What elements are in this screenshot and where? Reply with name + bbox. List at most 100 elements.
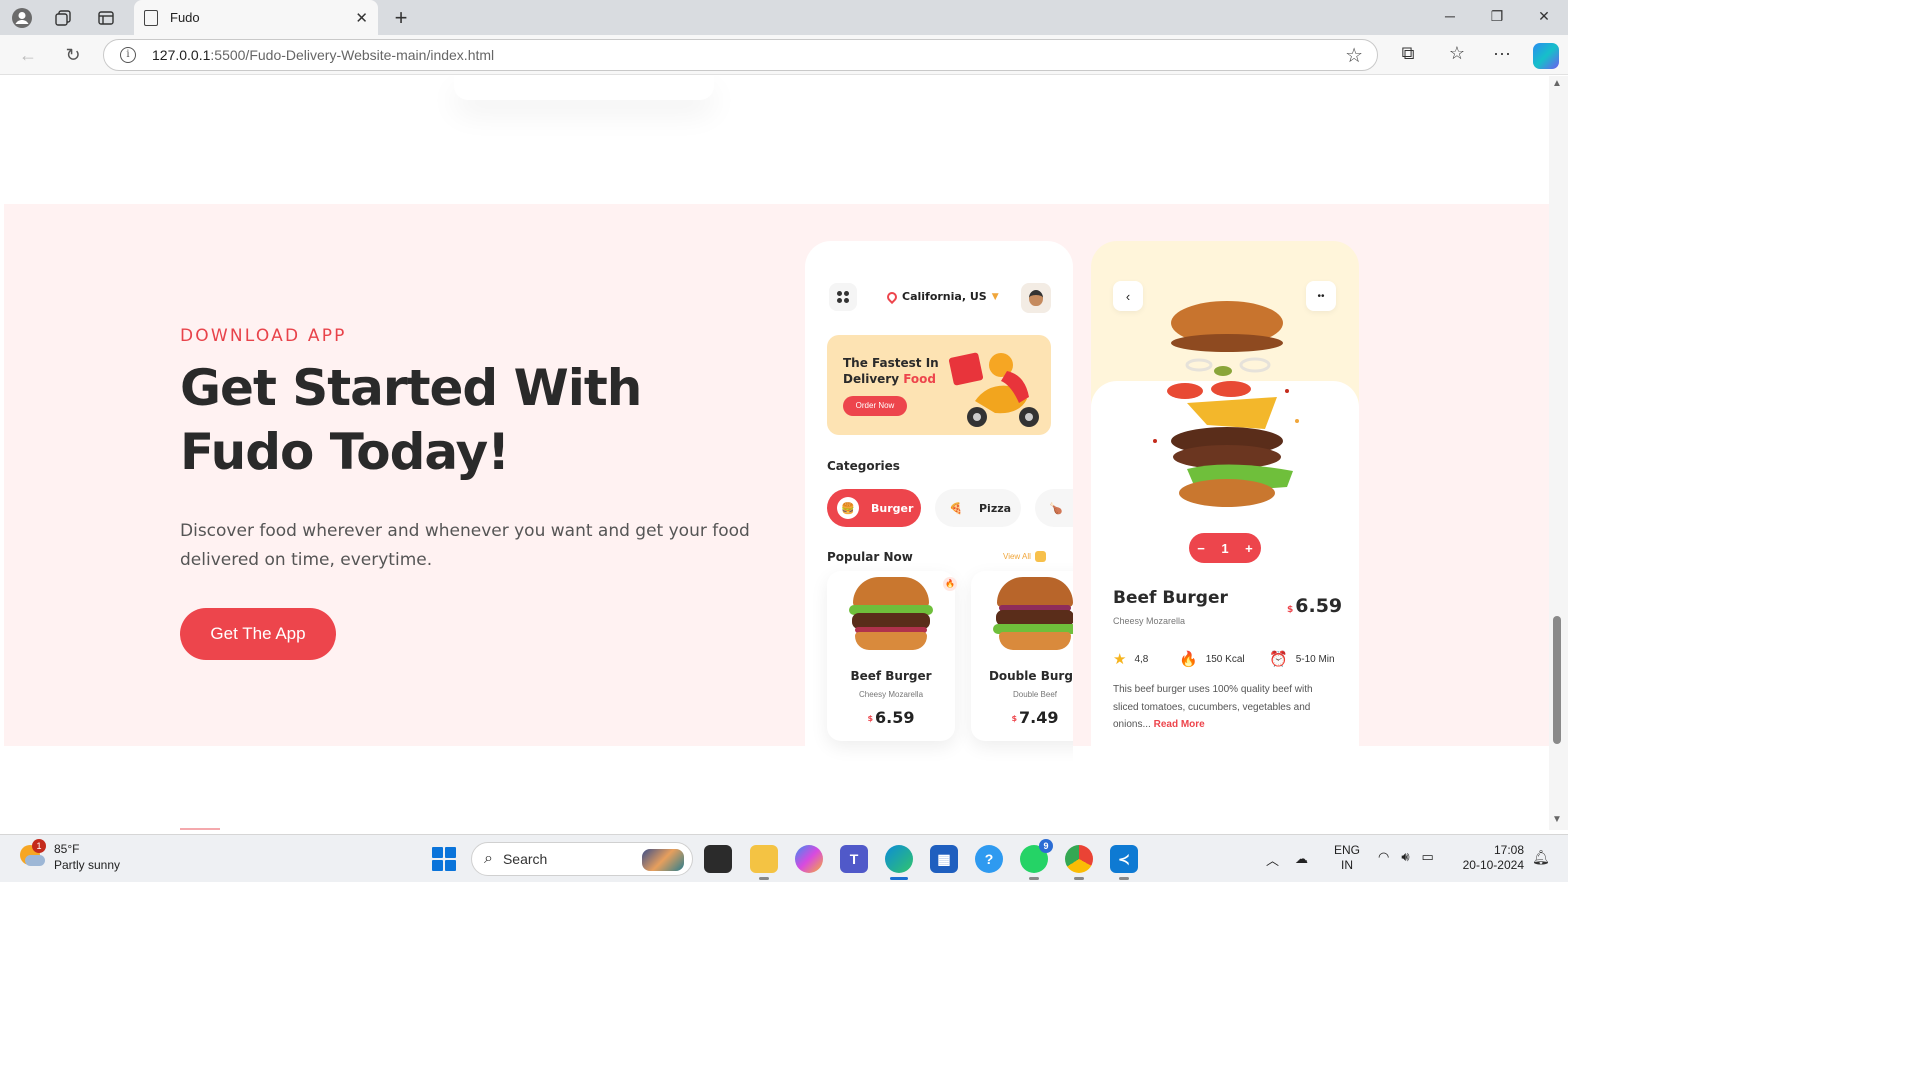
tab-fudo[interactable]: Fudo ✕ [134,0,378,35]
weather-badge: 1 [32,839,46,853]
view-all-link: View All [1003,551,1046,562]
banner-line2: Delivery [843,372,900,386]
get-the-app-button[interactable]: Get The App [180,608,336,660]
back-arrow-icon: ‹ [1113,281,1143,311]
extensions-icon[interactable]: ⧉ [1396,43,1420,64]
url-path: :5500/Fudo-Delivery-Website-main/index.h… [210,47,495,63]
weather-widget[interactable]: 1 85°F Partly sunny [18,839,121,873]
status-icons[interactable]: ◠ 🔊︎ ▭ [1378,849,1434,865]
clock-time: 17:08 [1493,843,1524,857]
tab-strip: Fudo ✕ + ─ ❐ ✕ [0,0,1568,35]
clock[interactable]: 17:08 20-10-2024 [1458,843,1524,873]
task-view-icon[interactable] [704,845,732,873]
notification-bell-icon[interactable]: 🔔︎ [1532,849,1550,866]
file-explorer-icon[interactable] [750,845,778,880]
description-text: This beef burger uses 100% quality beef … [1113,684,1313,730]
rating-value: 4,8 [1134,653,1149,665]
food-icon: 🍗 [1049,501,1063,515]
time-stat: ⏰ 5-10 Min [1269,650,1335,668]
burger-exploded-image [1153,301,1299,507]
food-card: 🔥 Beef Burger Cheesy Mozarella $6.59 [827,571,957,741]
address-bar[interactable]: i 127.0.0.1:5500/Fudo-Delivery-Website-m… [103,39,1378,71]
favorite-star-icon[interactable]: ☆ [1345,43,1363,68]
pizza-icon: 🍕 [949,501,963,515]
burger-image [849,577,933,651]
avatar [1021,283,1051,313]
page-viewport: DOWNLOAD APP Get Started With Fudo Today… [4,76,1549,830]
categories-title: Categories [827,459,900,473]
onedrive-icon[interactable]: ☁ [1295,851,1308,867]
food-price: $6.59 [827,708,955,727]
weather-desc: Partly sunny [54,858,121,872]
partly-sunny-icon: 1 [18,839,46,869]
time-value: 5-10 Min [1295,653,1335,665]
whatsapp-icon[interactable]: 9 [1020,839,1053,880]
teams-icon[interactable]: T [840,845,868,873]
more-options-icon[interactable]: ··· [1490,43,1514,64]
restore-icon[interactable]: ❐ [1487,8,1507,25]
minus-icon: − [1197,540,1205,556]
wifi-icon: ◠ [1378,849,1390,864]
volume-icon: 🔊︎ [1401,849,1410,864]
category-label: Burger [871,501,914,515]
system-tray: ︿ ☁ [1266,845,1308,873]
promo-banner: The Fastest In Delivery Food Order Now [827,335,1051,435]
scroll-up-icon[interactable]: ▲ [1552,78,1562,89]
new-tab-icon[interactable]: + [390,5,412,31]
chrome-icon[interactable] [1065,845,1093,880]
food-name: Double Burge [988,669,1073,683]
close-tab-icon[interactable]: ✕ [355,9,368,27]
phone-mockup-detail: ‹ •• − 1 + Beef Burger Cheesy Mozarella … [1091,241,1359,761]
input-language[interactable]: ENG IN [1334,843,1360,873]
fire-icon: 🔥 [1179,651,1198,668]
section-label: DOWNLOAD APP [180,326,347,346]
banner-accent: Food [903,372,937,386]
location-selector: California, US ▼ [884,289,999,304]
search-highlight-image [642,849,684,871]
search-label: Search [502,851,548,867]
quantity-stepper: − 1 + [1189,533,1261,563]
scroll-down-icon[interactable]: ▼ [1552,814,1562,825]
close-window-icon[interactable]: ✕ [1534,8,1554,25]
next-section-accent [180,828,220,830]
product-sub: Cheesy Mozarella [1113,616,1186,626]
site-info-icon[interactable]: i [120,47,136,63]
minimize-icon[interactable]: ─ [1440,8,1460,24]
workspaces-icon[interactable] [51,6,75,30]
clock-icon: ⏰ [1269,651,1288,668]
copilot-icon[interactable] [1533,43,1559,69]
delivery-scooter-illustration [948,352,1039,427]
lang-line2: IN [1341,858,1353,872]
profile-icon[interactable] [10,6,34,30]
currency-symbol: $ [1011,714,1018,723]
windows-start-icon[interactable] [432,847,456,871]
order-now-button: Order Now [843,396,907,416]
more-dots-icon: •• [1306,281,1336,311]
chevron-up-icon[interactable]: ︿ [1266,850,1279,869]
refresh-icon[interactable]: ↻ [61,43,85,67]
currency-symbol: $ [867,714,874,723]
battery-icon: ▭ [1421,849,1434,864]
lang-line1: ENG [1334,843,1361,857]
help-app-icon[interactable]: ? [975,845,1003,873]
copilot-app-icon[interactable] [795,845,823,873]
vertical-scrollbar[interactable]: ▲ ▼ [1549,76,1568,830]
category-burger: 🍔 Burger [827,489,921,527]
kcal-value: 150 Kcal [1205,653,1245,665]
location-text: California, US [902,290,987,303]
view-all-label: View All [1003,552,1031,561]
weather-temp: 85°F [54,842,80,856]
tab-actions-icon[interactable] [94,6,118,30]
section-description: Discover food wherever and whenever you … [180,521,750,570]
favorites-icon[interactable]: ☆ [1445,43,1469,64]
edge-icon[interactable] [885,845,913,880]
star-icon: ★ [1113,651,1127,668]
scrollbar-thumb[interactable] [1553,616,1561,744]
food-price: $7.49 [971,708,1073,727]
vscode-icon[interactable]: ≺ [1110,845,1138,880]
microsoft-store-icon[interactable]: ▦ [930,845,958,873]
back-icon[interactable]: ← [16,43,40,67]
food-sub: Cheesy Mozarella [858,690,924,699]
taskbar-search[interactable]: ⌕ Search [471,842,693,876]
banner-line1: The Fastest In [843,356,939,370]
